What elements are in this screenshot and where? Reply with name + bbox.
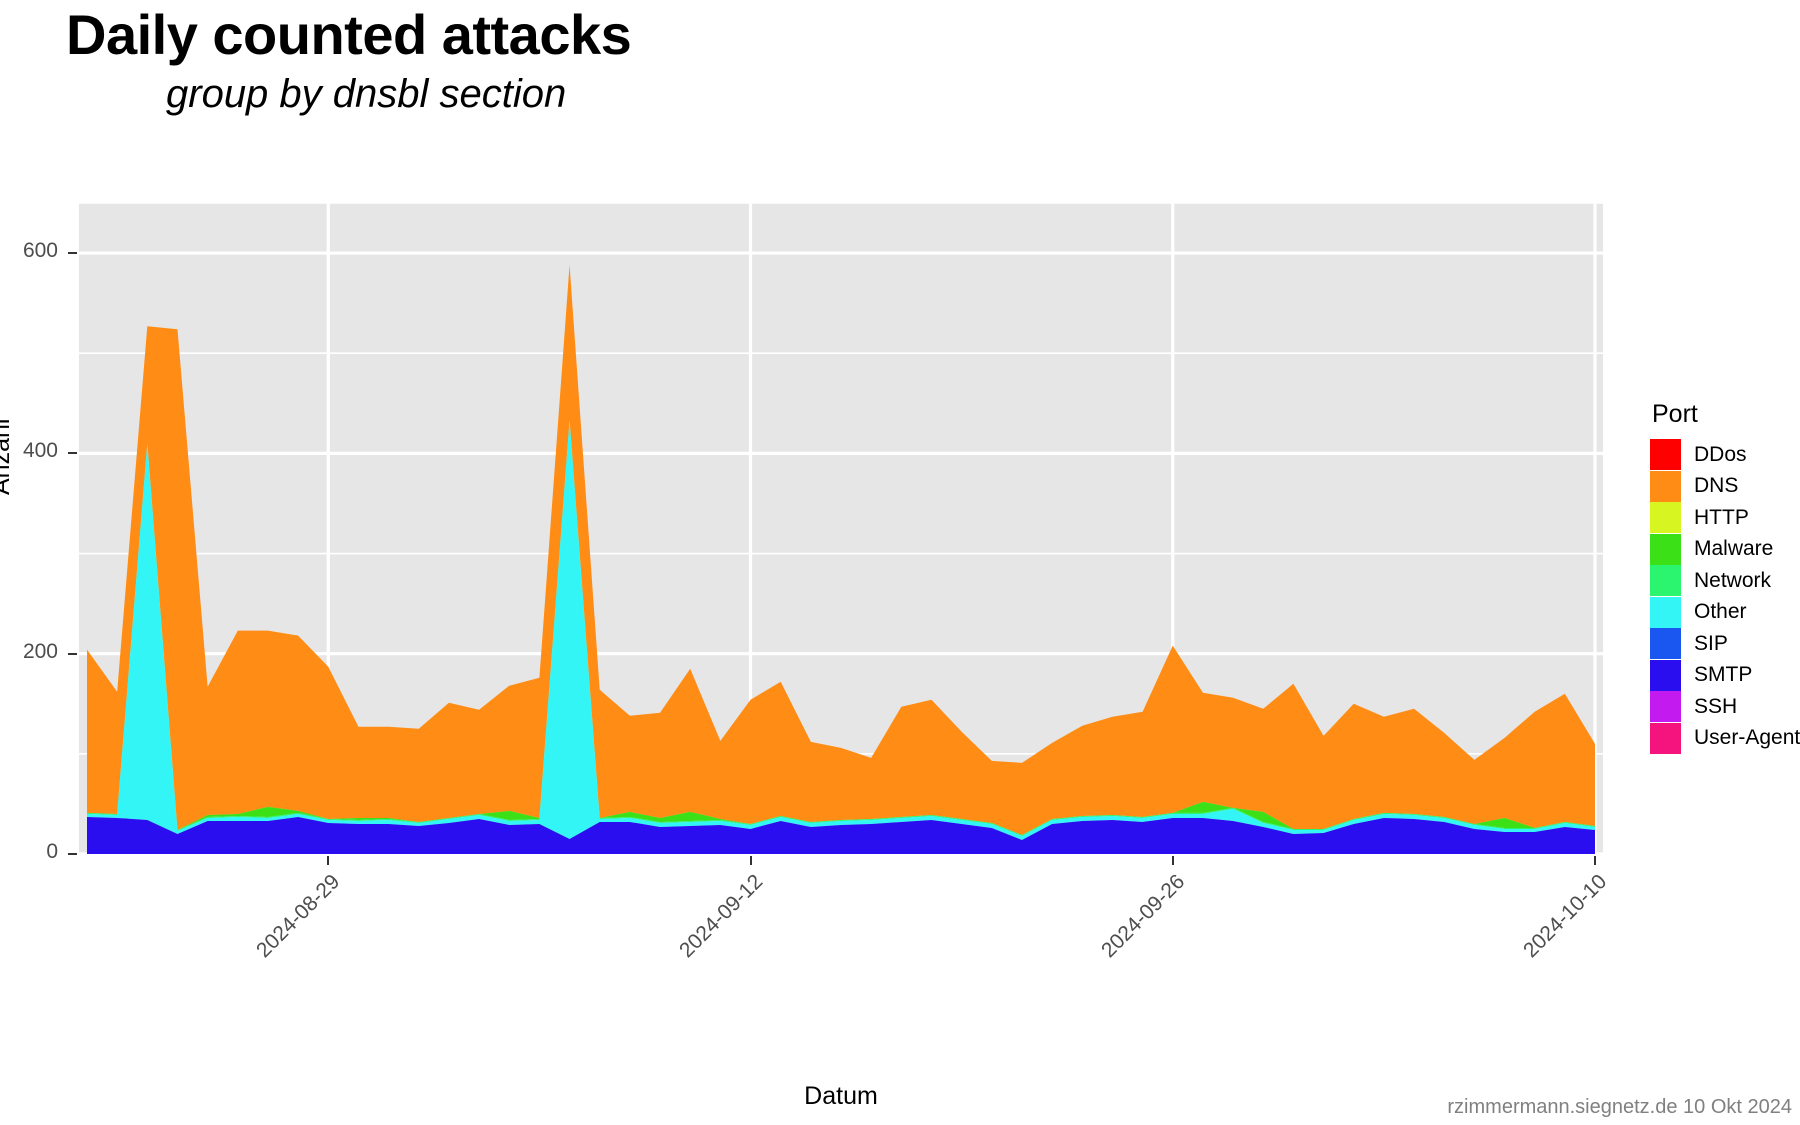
plot-panel <box>79 203 1603 854</box>
legend: Port DDos DNS HTTP Malware Network Other SIP SM… <box>1650 400 1800 754</box>
caption: rzimmermann.siegnetz.de 10 Okt 2024 <box>1447 1096 1792 1118</box>
legend-item-ssh[interactable]: SSH <box>1650 691 1800 723</box>
stacked-area-plot <box>79 203 1603 854</box>
x-tick-label: 2024-10-10 <box>1519 870 1612 963</box>
legend-item-label: DDos <box>1694 442 1747 466</box>
legend-swatch-icon <box>1650 628 1681 660</box>
y-tick-mark <box>68 652 77 655</box>
chart-root: Daily counted attacks group by dnsbl sec… <box>0 0 1800 1125</box>
legend-swatch-icon <box>1650 691 1681 723</box>
legend-item-other[interactable]: Other <box>1650 596 1800 629</box>
legend-item-label: Network <box>1694 568 1772 592</box>
legend-item-user-agent[interactable]: User-Agent <box>1650 722 1800 755</box>
y-tick-mark <box>68 452 77 455</box>
legend-item-label: Malware <box>1694 537 1774 561</box>
y-tick-label: 0 <box>46 840 58 863</box>
y-tick-label: 600 <box>22 239 58 263</box>
legend-swatch-icon <box>1650 722 1681 754</box>
legend-item-smtp[interactable]: SMTP <box>1650 659 1800 692</box>
x-tick-label: 2024-08-29 <box>252 870 345 963</box>
legend-item-label: HTTP <box>1694 505 1749 529</box>
legend-item-label: Other <box>1694 600 1747 624</box>
legend-title: Port <box>1652 400 1698 428</box>
y-tick-mark <box>68 252 77 255</box>
y-tick-label: 200 <box>22 639 58 663</box>
x-tick-mark <box>327 856 330 865</box>
x-tick-label: 2024-09-26 <box>1096 870 1190 963</box>
legend-item-label: SIP <box>1694 631 1728 655</box>
page-title: Daily counted attacks <box>66 3 632 66</box>
x-tick-mark <box>749 856 752 865</box>
legend-item-ddos[interactable]: DDos <box>1650 439 1800 471</box>
legend-swatch-icon <box>1650 502 1681 534</box>
legend-swatch-icon <box>1650 565 1681 597</box>
legend-items: DDos DNS HTTP Malware Network Other SIP SMTP SSH… <box>1650 439 1800 754</box>
legend-item-label: DNS <box>1694 474 1739 498</box>
legend-item-malware[interactable]: Malware <box>1650 533 1800 566</box>
x-tick-mark <box>1594 856 1596 865</box>
legend-swatch-icon <box>1650 470 1681 502</box>
legend-item-label: SMTP <box>1694 663 1753 687</box>
x-axis-title: Datum <box>804 1082 878 1110</box>
legend-swatch-icon <box>1650 439 1681 471</box>
legend-item-network[interactable]: Network <box>1650 565 1800 597</box>
legend-item-sip[interactable]: SIP <box>1650 628 1800 660</box>
legend-swatch-icon <box>1650 596 1681 628</box>
legend-item-http[interactable]: HTTP <box>1650 502 1800 534</box>
x-tick-label: 2024-09-12 <box>674 870 767 963</box>
x-tick-mark <box>1171 856 1174 865</box>
y-tick-mark <box>68 853 77 855</box>
legend-item-dns[interactable]: DNS <box>1650 470 1800 503</box>
page-subtitle: group by dnsbl section <box>166 72 567 116</box>
legend-swatch-icon <box>1650 659 1681 691</box>
legend-item-label: User-Agent <box>1694 726 1800 750</box>
legend-swatch-icon <box>1650 533 1681 565</box>
legend-item-label: SSH <box>1694 694 1738 718</box>
area-series-dns <box>87 265 1595 835</box>
y-tick-label: 400 <box>22 439 58 463</box>
